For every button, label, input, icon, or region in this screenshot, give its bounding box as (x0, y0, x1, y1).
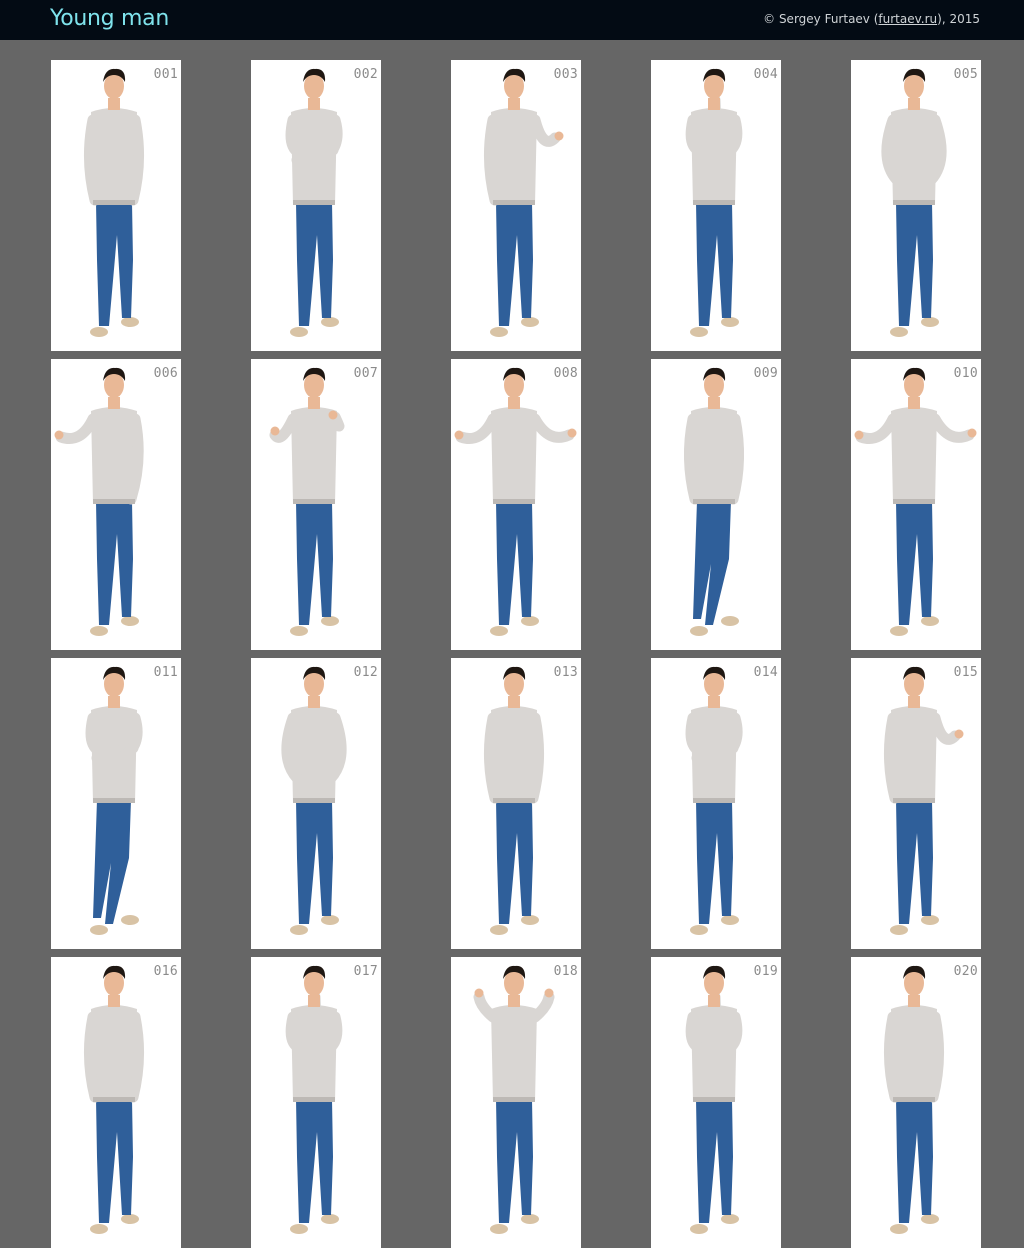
photo-figure (483, 666, 545, 935)
gallery-thumbnail[interactable]: 012 (251, 658, 381, 949)
copyright-prefix: © Sergey Furtaev ( (763, 12, 879, 26)
thumbnail-number: 012 (353, 665, 378, 680)
photo-figure (685, 68, 743, 337)
thumbnail-number: 017 (353, 964, 378, 979)
thumbnail-number: 003 (553, 67, 578, 82)
photo-figure (883, 965, 945, 1234)
gallery-thumbnail[interactable]: 019 (651, 957, 781, 1248)
photo-figure (685, 666, 743, 935)
photo-figure (83, 965, 145, 1234)
copyright-link[interactable]: furtaev.ru (878, 12, 937, 26)
thumbnail-number: 001 (153, 67, 178, 82)
thumbnail-number: 007 (353, 366, 378, 381)
gallery-thumbnail[interactable]: 007 (251, 359, 381, 650)
photo-figure (83, 68, 145, 337)
photo-grid: 001 002 003 004 005 006 007 008 009 010 011 012 013 0… (0, 0, 1024, 1248)
header-bar: Young man © Sergey Furtaev (furtaev.ru),… (0, 0, 1024, 40)
gallery-thumbnail[interactable]: 004 (651, 60, 781, 351)
thumbnail-number: 009 (753, 366, 778, 381)
photo-figure (285, 965, 343, 1234)
thumbnail-number: 010 (953, 366, 978, 381)
page-title[interactable]: Young man (50, 6, 169, 31)
photo-figure (281, 666, 347, 935)
gallery-thumbnail[interactable]: 020 (851, 957, 981, 1248)
photo-figure (685, 965, 743, 1234)
gallery-thumbnail[interactable]: 001 (51, 60, 181, 351)
gallery-thumbnail[interactable]: 015 (851, 658, 981, 949)
thumbnail-number: 005 (953, 67, 978, 82)
gallery-thumbnail[interactable]: 011 (51, 658, 181, 949)
gallery-thumbnail[interactable]: 008 (451, 359, 581, 650)
photo-figure (454, 367, 577, 636)
photo-figure (269, 367, 345, 636)
gallery-thumbnail[interactable]: 017 (251, 957, 381, 1248)
photo-figure (881, 68, 947, 337)
thumbnail-number: 002 (353, 67, 378, 82)
gallery-thumbnail[interactable]: 016 (51, 957, 181, 1248)
copyright-suffix: ), 2015 (937, 12, 980, 26)
thumbnail-number: 019 (753, 964, 778, 979)
gallery-thumbnail[interactable]: 018 (451, 957, 581, 1248)
gallery-thumbnail[interactable]: 002 (251, 60, 381, 351)
gallery-thumbnail[interactable]: 003 (451, 60, 581, 351)
gallery-thumbnail[interactable]: 006 (51, 359, 181, 650)
thumbnail-number: 020 (953, 964, 978, 979)
copyright-notice: © Sergey Furtaev (furtaev.ru), 2015 (763, 12, 980, 26)
gallery-thumbnail[interactable]: 005 (851, 60, 981, 351)
thumbnail-number: 011 (153, 665, 178, 680)
photo-figure (85, 666, 143, 935)
gallery-thumbnail[interactable]: 013 (451, 658, 581, 949)
photo-figure (854, 367, 977, 636)
photo-figure (285, 68, 343, 337)
photo-figure (54, 367, 144, 636)
gallery-thumbnail[interactable]: 010 (851, 359, 981, 650)
thumbnail-number: 013 (553, 665, 578, 680)
thumbnail-number: 006 (153, 366, 178, 381)
photo-figure (683, 367, 745, 636)
photo-figure (483, 68, 564, 337)
gallery-thumbnail[interactable]: 009 (651, 359, 781, 650)
photo-figure (473, 965, 555, 1234)
thumbnail-number: 004 (753, 67, 778, 82)
thumbnail-number: 014 (753, 665, 778, 680)
gallery-thumbnail[interactable]: 014 (651, 658, 781, 949)
thumbnail-number: 016 (153, 964, 178, 979)
photo-figure (883, 666, 964, 935)
thumbnail-number: 008 (553, 366, 578, 381)
thumbnail-number: 018 (553, 964, 578, 979)
thumbnail-number: 015 (953, 665, 978, 680)
